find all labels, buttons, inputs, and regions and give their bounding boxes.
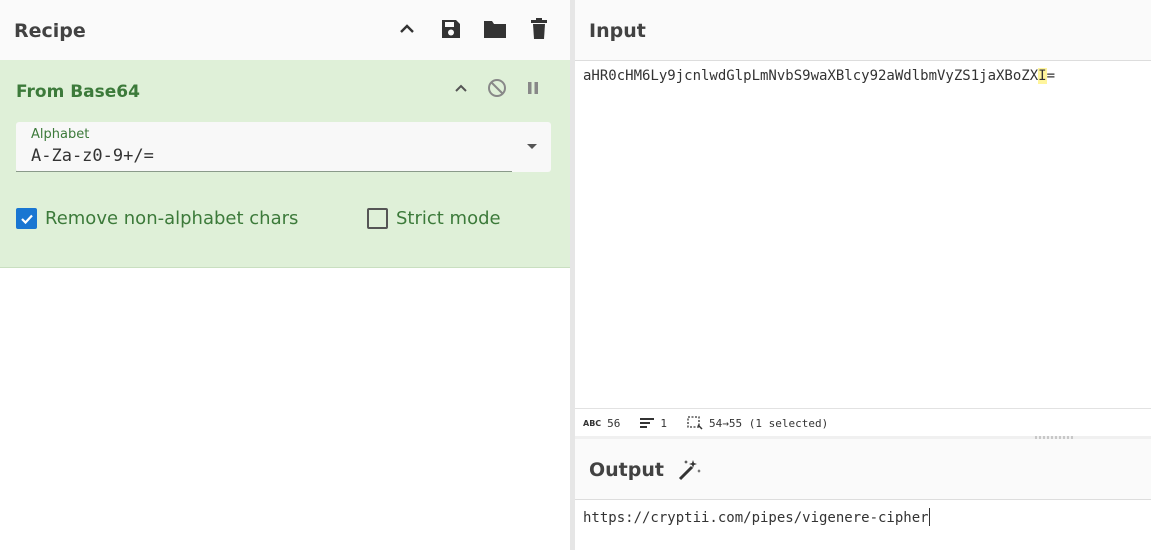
lines-icon: [640, 418, 655, 428]
output-text: https://cryptii.com/pipes/vigenere-ciphe…: [583, 510, 929, 526]
strict-mode-checkbox[interactable]: Strict mode: [367, 208, 501, 229]
alphabet-input[interactable]: A-Za-z0-9+/=: [31, 146, 154, 166]
remove-non-alphabet-label: Remove non-alphabet chars: [45, 208, 299, 229]
folder-icon[interactable]: [482, 16, 508, 42]
input-title: Input: [589, 20, 646, 42]
remove-non-alphabet-checkbox[interactable]: Remove non-alphabet chars: [16, 208, 298, 229]
alphabet-label: Alphabet: [31, 127, 90, 142]
io-pane: Input aHR0cHM6Ly9jcnlwdGlpLmNvbS9waXBlcy…: [575, 0, 1151, 550]
caret-down-icon: [527, 144, 537, 149]
chevron-up-icon[interactable]: [450, 77, 472, 99]
input-selection: 54→55 (1 selected): [709, 416, 829, 430]
output-title: Output: [589, 459, 664, 481]
input-selected-char: I: [1038, 68, 1047, 84]
alphabet-field[interactable]: Alphabet A-Za-z0-9+/=: [16, 122, 551, 172]
strict-mode-label: Strict mode: [396, 208, 501, 229]
checkbox-unchecked-icon: [367, 208, 388, 229]
output-header: Output: [575, 439, 1151, 500]
save-icon[interactable]: [438, 16, 464, 42]
input-status-bar: ABC 56 1 54→55 (1 selected): [575, 408, 1151, 437]
pause-icon[interactable]: [522, 77, 544, 99]
selection-icon: [687, 416, 703, 430]
text-caret: [928, 508, 930, 526]
input-header: Input: [575, 0, 1151, 61]
abc-icon: ABC: [583, 418, 602, 428]
input-lines: 1: [660, 416, 668, 430]
input-text-after: =: [1046, 68, 1056, 84]
trash-icon[interactable]: [526, 16, 552, 42]
recipe-title: Recipe: [14, 20, 86, 42]
alphabet-dropdown-button[interactable]: [513, 122, 551, 172]
checkbox-checked-icon: [16, 208, 37, 229]
recipe-header: Recipe: [0, 0, 570, 61]
input-text-before: aHR0cHM6Ly9jcnlwdGlpLmNvbS9waXBlcy92aWdl…: [583, 68, 1039, 84]
input-textarea[interactable]: aHR0cHM6Ly9jcnlwdGlpLmNvbS9waXBlcy92aWdl…: [583, 68, 1055, 84]
chevron-up-icon[interactable]: [394, 16, 420, 42]
output-textarea[interactable]: https://cryptii.com/pipes/vigenere-ciphe…: [583, 508, 930, 526]
operation-from-base64: From Base64 Alphabet A-Za-z0-9+/= Remove…: [0, 60, 570, 268]
recipe-pane: Recipe From Base64 Alphabet A-Za-z0-9+/=…: [0, 0, 570, 550]
operation-title: From Base64: [16, 82, 140, 102]
disable-icon[interactable]: [486, 77, 508, 99]
input-length: 56: [607, 416, 621, 430]
magic-wand-icon[interactable]: [676, 458, 702, 486]
